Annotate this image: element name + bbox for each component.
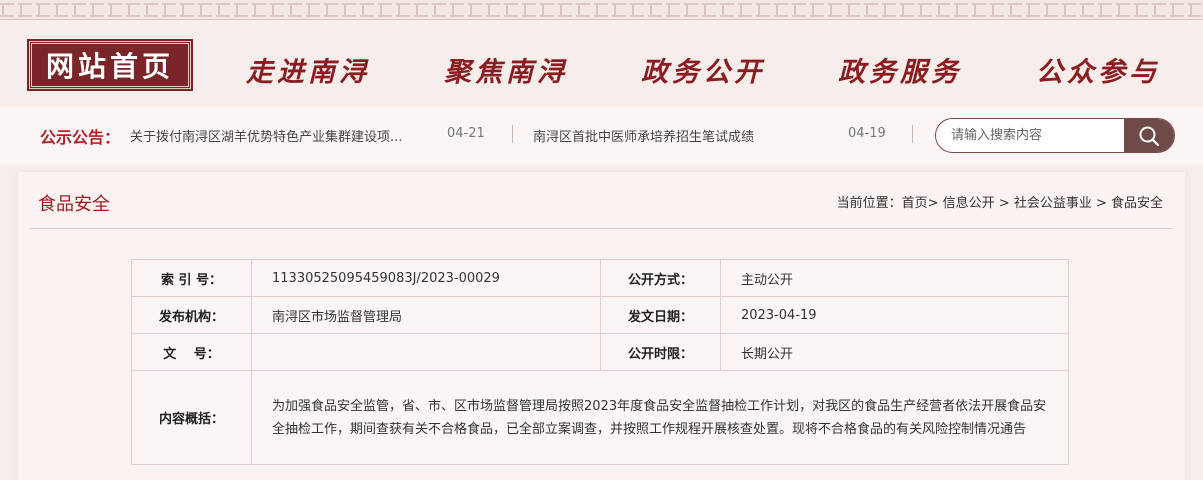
title-divider	[30, 228, 1173, 229]
table-row: 发布机构： 南浔区市场监督管理局 发文日期： 2023-04-19	[131, 296, 1069, 334]
search-input[interactable]	[936, 119, 1126, 152]
date-value: 2023-04-19	[720, 296, 1069, 334]
doc-no-label: 文 号：	[131, 333, 252, 371]
nav-item-gov-open[interactable]: 政务公开	[641, 50, 765, 88]
open-mode-value: 主动公开	[720, 259, 1069, 297]
main-nav: 网站首页 走进南浔 聚焦南浔 政务公开 政务服务 公众参与	[0, 20, 1203, 106]
top-decorative-border	[0, 0, 1203, 20]
notice-item-date: 04-19	[848, 126, 886, 141]
notice-divider	[512, 125, 513, 143]
notice-item-date: 04-21	[447, 126, 485, 141]
index-label: 索 引 号：	[131, 259, 252, 297]
content-panel: 食品安全 当前位置：首页> 信息公开 > 社会公益事业 > 食品安全 索 引 号…	[18, 172, 1185, 480]
notice-divider	[912, 125, 913, 143]
search-icon	[1139, 126, 1160, 146]
notice-item-link[interactable]: 南浔区首批中医师承培养招生笔试成绩	[533, 126, 754, 145]
notice-label: 公示公告：	[40, 128, 121, 147]
period-value: 长期公开	[720, 333, 1069, 371]
document-meta-table: 索 引 号： 11330525095459083J/2023-00029 公开方…	[131, 259, 1069, 465]
page-title: 食品安全	[38, 194, 110, 215]
period-label: 公开时限：	[600, 333, 721, 371]
nav-item-about[interactable]: 走进南浔	[246, 50, 370, 88]
summary-value: 为加强食品安全监管，省、市、区市场监督管理局按照2023年度食品安全监督抽检工作…	[251, 370, 1069, 465]
search-box	[935, 118, 1175, 153]
org-label: 发布机构：	[131, 296, 252, 334]
nav-item-participation[interactable]: 公众参与	[1036, 50, 1160, 88]
search-button[interactable]	[1124, 119, 1174, 152]
table-row: 索 引 号： 11330525095459083J/2023-00029 公开方…	[131, 259, 1069, 297]
open-mode-label: 公开方式：	[600, 259, 721, 297]
breadcrumb[interactable]: 当前位置：首页> 信息公开 > 社会公益事业 > 食品安全	[837, 192, 1163, 211]
notice-item-link[interactable]: 关于拨付南浔区湖羊优势特色产业集群建设项...	[130, 126, 402, 145]
doc-no-value	[251, 333, 601, 371]
table-row: 内容概括： 为加强食品安全监管，省、市、区市场监督管理局按照2023年度食品安全…	[131, 370, 1069, 465]
nav-item-focus[interactable]: 聚焦南浔	[444, 50, 568, 88]
index-value: 11330525095459083J/2023-00029	[251, 259, 601, 297]
nav-item-gov-service[interactable]: 政务服务	[838, 50, 962, 88]
summary-label: 内容概括：	[131, 370, 252, 465]
notice-bar: 公示公告： 关于拨付南浔区湖羊优势特色产业集群建设项... 04-21 南浔区首…	[0, 106, 1203, 164]
org-value: 南浔区市场监督管理局	[251, 296, 601, 334]
nav-home-button[interactable]: 网站首页	[27, 39, 193, 91]
date-label: 发文日期：	[600, 296, 721, 334]
table-row: 文 号： 公开时限： 长期公开	[131, 333, 1069, 371]
